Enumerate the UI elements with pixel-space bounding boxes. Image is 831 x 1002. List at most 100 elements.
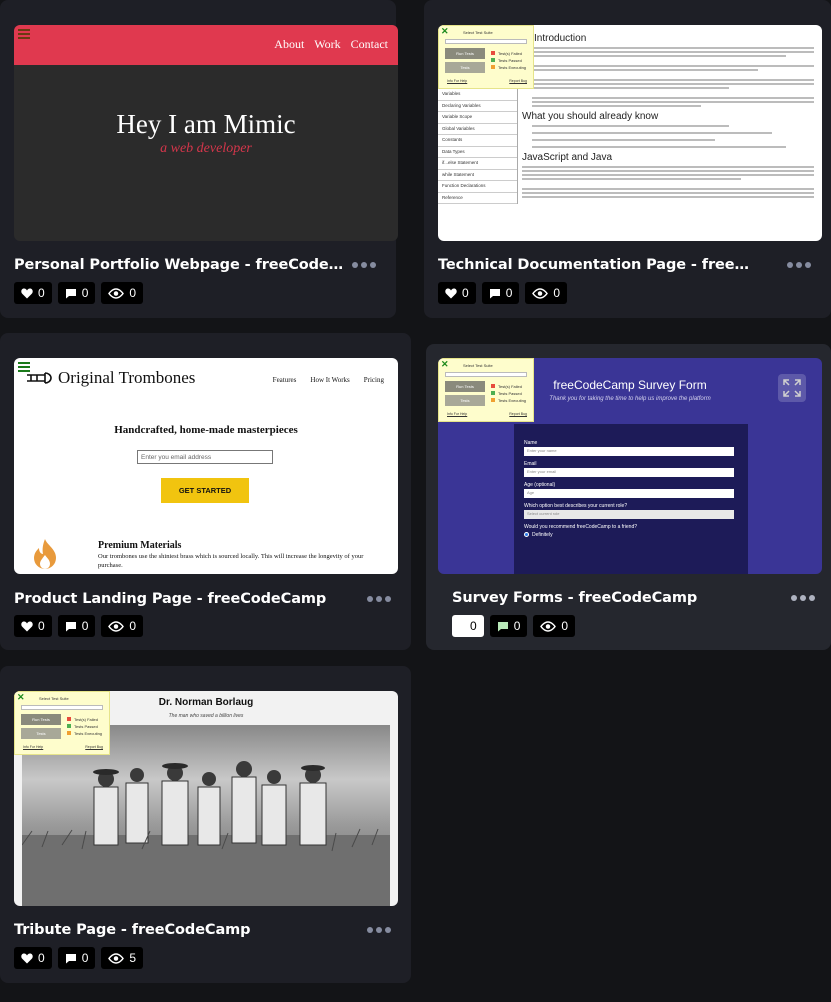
more-options-button[interactable] [785, 591, 821, 605]
preview-form: Name Enter your name Email Enter your em… [514, 424, 748, 574]
info-link[interactable]: Info For Help [447, 412, 467, 416]
test-suite-select[interactable] [445, 39, 527, 44]
comment-icon [65, 288, 76, 298]
menu-icon [18, 27, 30, 41]
like-count: 0 [462, 286, 469, 300]
like-button[interactable]: 0 [438, 282, 476, 304]
like-button[interactable]: 0 [452, 615, 484, 637]
sidebar-link: Global Variables [438, 124, 517, 135]
tests-button[interactable]: Tests [445, 62, 485, 73]
view-count: 5 [129, 951, 137, 965]
run-tests-button[interactable]: Run Tests [445, 381, 485, 392]
project-card-survey-form[interactable]: freeCodeCamp Survey Form Thank you for t… [426, 344, 831, 650]
preview-heading: Hey I am Mimic [116, 109, 296, 139]
test-suite-select[interactable] [445, 372, 527, 377]
heart-icon [21, 621, 33, 631]
comment-button[interactable]: 0 [57, 615, 96, 637]
more-options-button[interactable] [361, 592, 397, 606]
sidebar-link: Variable Scope [438, 112, 517, 124]
preview-heading: Introduction [534, 33, 587, 44]
sidebar-link: Function Declarations [438, 181, 517, 193]
flame-icon [34, 539, 56, 569]
like-button[interactable]: 0 [14, 615, 52, 637]
preview-content: Introduction What you should already kno… [522, 29, 814, 200]
run-tests-button[interactable]: Run Tests [445, 48, 485, 59]
info-link[interactable]: Info For Help [23, 745, 43, 749]
project-card-portfolio[interactable]: About Work Contact Hey I am Mimic a web … [0, 0, 398, 318]
close-icon[interactable]: ✕ [441, 359, 449, 370]
tech-doc-preview[interactable]: Variables Declaring Variables Variable S… [438, 25, 822, 241]
eye-icon [108, 287, 125, 299]
test-suite-select[interactable] [21, 705, 103, 710]
comment-icon [65, 621, 76, 631]
survey-form-preview[interactable]: freeCodeCamp Survey Form Thank you for t… [438, 358, 822, 574]
view-count: 0 [553, 286, 561, 300]
test-legend: Test(s) Failed Tests Passed Tests Execut… [67, 716, 102, 737]
heart-icon [21, 288, 33, 298]
report-bug-link[interactable]: Report Bug [509, 412, 527, 416]
eye-icon [532, 287, 549, 299]
comment-icon [489, 288, 500, 298]
close-icon[interactable]: ✕ [17, 692, 25, 703]
preview-sidebar: Variables Declaring Variables Variable S… [438, 89, 518, 204]
project-card-product-landing[interactable]: Original Trombones Features How It Works… [0, 333, 411, 650]
comment-button[interactable]: 0 [57, 282, 96, 304]
comment-icon [497, 621, 508, 631]
more-options-button[interactable] [361, 923, 397, 937]
project-title[interactable]: Product Landing Page - freeCodeCamp [14, 591, 326, 607]
eye-icon [108, 620, 125, 632]
preview-navbar: About Work Contact [14, 25, 398, 65]
project-title[interactable]: Tribute Page - freeCodeCamp [14, 922, 250, 938]
product-landing-preview[interactable]: Original Trombones Features How It Works… [14, 358, 398, 574]
report-bug-link[interactable]: Report Bug [509, 79, 527, 83]
project-title[interactable]: Survey Forms - freeCodeCamp [452, 590, 697, 606]
tests-button[interactable]: Tests [445, 395, 485, 406]
heart-icon [21, 953, 33, 963]
tribute-preview[interactable]: Dr. Norman Borlaug The man who saved a b… [14, 691, 398, 906]
info-link[interactable]: Info For Help [447, 79, 467, 83]
tests-button[interactable]: Tests [21, 728, 61, 739]
test-suite-panel: ✕ Select Test Suite Run Tests Tests Test… [438, 358, 534, 422]
test-legend: Test(s) Failed Tests Passed Tests Execut… [491, 50, 526, 71]
project-card-tech-doc[interactable]: Variables Declaring Variables Variable S… [424, 0, 831, 318]
view-count: 0 [129, 619, 137, 633]
sidebar-link: Reference [438, 193, 517, 204]
like-button[interactable]: 0 [14, 947, 52, 969]
expand-icon[interactable] [778, 374, 806, 402]
report-bug-link[interactable]: Report Bug [85, 745, 103, 749]
views-stat[interactable]: 5 [101, 947, 144, 969]
preview-subheading: a web developer [160, 141, 252, 156]
run-tests-button[interactable]: Run Tests [21, 714, 61, 725]
test-suite-panel: ✕ Select Test Suite Run Tests Tests Test… [14, 691, 110, 755]
portfolio-preview[interactable]: About Work Contact Hey I am Mimic a web … [14, 25, 398, 241]
sidebar-link: Constants [438, 135, 517, 147]
view-count: 0 [561, 619, 569, 633]
comment-button[interactable]: 0 [57, 947, 96, 969]
eye-icon [540, 620, 557, 632]
project-title[interactable]: Technical Documentation Page - freeCodeC… [438, 257, 756, 273]
views-stat[interactable]: 0 [525, 282, 568, 304]
comment-count: 0 [513, 619, 521, 633]
view-count: 0 [129, 286, 137, 300]
test-legend: Test(s) Failed Tests Passed Tests Execut… [491, 383, 526, 404]
test-suite-title: Select Test Suite [39, 696, 69, 701]
project-title[interactable]: Personal Portfolio Webpage - freeCodeCam… [14, 257, 346, 273]
preview-get-started-button: GET STARTED [161, 478, 249, 503]
sidebar-link: Declaring Variables [438, 101, 517, 112]
comment-button[interactable]: 0 [489, 615, 528, 637]
views-stat[interactable]: 0 [533, 615, 576, 637]
preview-nav-about: About [274, 37, 305, 51]
preview-feature-title: Premium Materials [98, 540, 182, 551]
close-icon[interactable]: ✕ [441, 26, 449, 37]
comment-count: 0 [81, 951, 89, 965]
preview-nav-contact: Contact [350, 37, 388, 51]
preview-nav: Features How It Works Pricing [272, 376, 384, 384]
views-stat[interactable]: 0 [101, 282, 144, 304]
comment-icon [65, 953, 76, 963]
comment-button[interactable]: 0 [481, 282, 520, 304]
project-card-tribute[interactable]: Dr. Norman Borlaug The man who saved a b… [0, 666, 411, 983]
more-options-button[interactable] [781, 258, 817, 272]
views-stat[interactable]: 0 [101, 615, 144, 637]
like-button[interactable]: 0 [14, 282, 52, 304]
more-options-button[interactable] [346, 258, 382, 272]
